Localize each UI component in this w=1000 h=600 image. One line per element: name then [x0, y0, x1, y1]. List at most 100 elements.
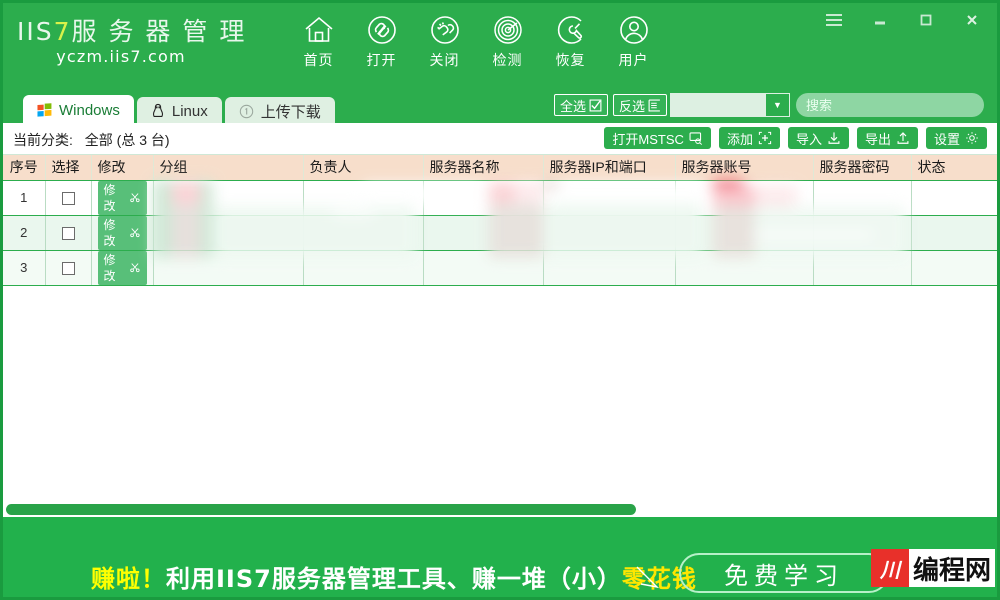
- tab-label: Windows: [59, 102, 120, 119]
- row-group: [153, 180, 303, 215]
- col-header-ipport[interactable]: 服务器IP和端口: [543, 155, 675, 180]
- row-owner: [303, 180, 423, 215]
- search-input[interactable]: [806, 98, 982, 113]
- add-button[interactable]: 添加: [719, 127, 780, 149]
- import-arrow-icon: [827, 131, 841, 145]
- nav-item-open[interactable]: 打开: [350, 11, 413, 70]
- row-index: 1: [3, 180, 45, 215]
- table-row[interactable]: 3 修改: [3, 250, 997, 285]
- promo-arrow-icon: [635, 565, 661, 591]
- row-password: [813, 215, 911, 250]
- current-category-value: 全部 (总 3 台): [85, 132, 170, 148]
- nav-label: 打开: [367, 50, 397, 70]
- invert-selection-label: 反选: [619, 96, 645, 115]
- open-mstsc-button[interactable]: 打开MSTSC: [604, 127, 711, 149]
- broken-link-icon: [428, 13, 462, 47]
- col-header-account[interactable]: 服务器账号: [675, 155, 813, 180]
- selection-buttons: 全选 反选: [554, 94, 667, 116]
- promo-mid: 利用IIS7服务器管理工具、赚一堆（小）: [166, 565, 622, 593]
- row-group: [153, 215, 303, 250]
- logo-domain: yczm.iis7.com: [17, 47, 217, 67]
- row-select-cell[interactable]: [45, 180, 91, 215]
- promo-banner: 赚啦！利用IIS7服务器管理工具、赚一堆（小）零花钱 免费学习 川 编程网: [3, 517, 997, 597]
- row-group: [153, 250, 303, 285]
- scissors-icon: [130, 192, 140, 203]
- nav-label: 关闭: [430, 50, 460, 70]
- export-button[interactable]: 导出: [857, 127, 918, 149]
- main-nav: 首页 打开: [287, 11, 665, 70]
- tab-windows[interactable]: Windows: [23, 95, 134, 125]
- col-header-name[interactable]: 服务器名称: [423, 155, 543, 180]
- nav-item-close[interactable]: 关闭: [413, 11, 476, 70]
- invert-selection-button[interactable]: 反选: [613, 94, 667, 116]
- col-header-owner[interactable]: 负责人: [303, 155, 423, 180]
- tab-linux[interactable]: Linux: [137, 97, 222, 125]
- row-modify-cell[interactable]: 修改: [91, 250, 153, 285]
- radar-icon: [491, 13, 525, 47]
- row-status: [911, 250, 997, 285]
- row-select-cell[interactable]: [45, 250, 91, 285]
- app-window: IIS7服 务 器 管 理 yczm.iis7.com 首页: [0, 0, 1000, 600]
- nav-item-restore[interactable]: 恢复: [539, 11, 602, 70]
- server-table-container: 序号 选择 修改 分组 负责人 服务器名称 服务器IP和端口 服务器账号 服务器…: [3, 155, 997, 502]
- free-learning-button[interactable]: 免费学习: [679, 553, 889, 593]
- nav-item-home[interactable]: 首页: [287, 11, 350, 70]
- nav-item-detect[interactable]: 检测: [476, 11, 539, 70]
- row-account: [675, 180, 813, 215]
- search-box[interactable]: [796, 93, 984, 117]
- open-mstsc-label: 打开MSTSC: [612, 129, 684, 148]
- row-checkbox[interactable]: [62, 227, 75, 240]
- checkbox-check-icon: [589, 99, 602, 112]
- table-header-row: 序号 选择 修改 分组 负责人 服务器名称 服务器IP和端口 服务器账号 服务器…: [3, 155, 997, 180]
- promo-text: 赚啦！利用IIS7服务器管理工具、赚一堆（小）零花钱: [91, 559, 697, 594]
- modify-label: 修改: [104, 182, 127, 214]
- tab-upload-download[interactable]: 上传下载: [225, 97, 335, 125]
- minimize-button[interactable]: [857, 5, 903, 35]
- col-header-status[interactable]: 状态: [911, 155, 997, 180]
- modify-button[interactable]: 修改: [98, 251, 147, 285]
- table-row[interactable]: 1 修改: [3, 180, 997, 215]
- modify-button[interactable]: 修改: [98, 216, 147, 250]
- row-modify-cell[interactable]: 修改: [91, 180, 153, 215]
- row-select-cell[interactable]: [45, 215, 91, 250]
- current-category-label: 当前分类:: [13, 132, 73, 148]
- checkbox-invert-icon: [648, 99, 661, 112]
- nav-item-user[interactable]: 用户: [602, 11, 665, 70]
- logo-seven: 7: [54, 17, 72, 46]
- maximize-button[interactable]: [903, 5, 949, 35]
- settings-button[interactable]: 设置: [926, 127, 987, 149]
- group-filter-select[interactable]: ▼: [670, 93, 790, 117]
- import-button[interactable]: 导入: [788, 127, 849, 149]
- col-header-select[interactable]: 选择: [45, 155, 91, 180]
- home-icon: [302, 13, 336, 47]
- row-checkbox[interactable]: [62, 192, 75, 205]
- modify-label: 修改: [104, 217, 127, 249]
- table-row[interactable]: 2 修改: [3, 215, 997, 250]
- row-checkbox[interactable]: [62, 262, 75, 275]
- export-label: 导出: [865, 129, 891, 148]
- select-all-button[interactable]: 全选: [554, 94, 608, 116]
- row-name: [423, 180, 543, 215]
- modify-button[interactable]: 修改: [98, 181, 147, 215]
- col-header-modify[interactable]: 修改: [91, 155, 153, 180]
- nav-label: 用户: [619, 50, 649, 70]
- row-status: [911, 180, 997, 215]
- horizontal-scrollbar[interactable]: [3, 501, 997, 517]
- select-all-label: 全选: [560, 96, 586, 115]
- row-ipport: [543, 250, 675, 285]
- row-name: [423, 215, 543, 250]
- logo-prefix: IIS: [17, 17, 54, 46]
- col-header-idx[interactable]: 序号: [3, 155, 45, 180]
- app-logo: IIS7服 务 器 管 理 yczm.iis7.com: [17, 17, 217, 75]
- circle-one-icon: [239, 104, 254, 119]
- settings-label: 设置: [934, 129, 960, 148]
- col-header-password[interactable]: 服务器密码: [813, 155, 911, 180]
- row-modify-cell[interactable]: 修改: [91, 215, 153, 250]
- row-password: [813, 180, 911, 215]
- close-button[interactable]: [949, 5, 995, 35]
- scrollbar-thumb[interactable]: [6, 504, 636, 515]
- nav-label: 恢复: [556, 50, 586, 70]
- menu-button[interactable]: [811, 5, 857, 35]
- current-category: 当前分类: 全部 (总 3 台): [13, 130, 170, 150]
- col-header-group[interactable]: 分组: [153, 155, 303, 180]
